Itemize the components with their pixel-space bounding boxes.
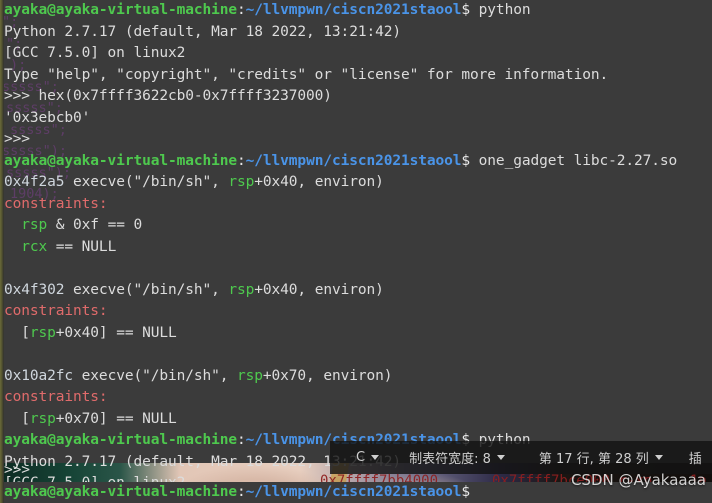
terminal-line: Python 2.7.17 (default, Mar 18 2022, 13:… (4, 22, 712, 44)
prompt-command: python (470, 2, 531, 18)
gadget-call-tail: +0x40, environ) (254, 281, 384, 298)
terminal-line: rcx == NULL (4, 237, 712, 259)
status-position-label: 第 17 行, 第 28 列 (538, 452, 649, 467)
terminal-window[interactable]: "; ";); sssss"; sssss"; sssss"; sssss"); sssss… (0, 0, 712, 503)
terminal-line: rsp & 0xf == 0 (4, 215, 712, 237)
prompt-separator: : (237, 152, 246, 169)
constraints-label: constraints: (4, 303, 108, 319)
prompt-path: ~/llvmpwn/ciscn2021staool (245, 483, 462, 500)
csdn-watermark: CSDN @Ayakaaaa (570, 471, 706, 489)
terminal-line: '0x3ebcb0' (4, 108, 712, 130)
gadget-address: 0x4f302 (4, 281, 65, 298)
terminal-line: 0x4f2a5 execve("/bin/sh", rsp+0x40, envi… (4, 172, 712, 194)
constraint-register: rcx (21, 238, 48, 255)
constraints-label: constraints: (4, 195, 108, 212)
status-bar[interactable]: C 制表符宽度: 8 第 17 行, 第 28 列 插 (330, 441, 712, 474)
chevron-down-icon[interactable] (496, 455, 505, 460)
status-insert-mode[interactable]: 插 (689, 448, 702, 467)
terminal-line: constraints: (4, 301, 712, 323)
gadget-address: 0x10a2fc (4, 367, 74, 384)
prompt-user-host: ayaka@ayaka-virtual-machine (4, 432, 238, 448)
prompt-sigil: $ (461, 483, 471, 500)
chevron-down-icon[interactable] (371, 455, 380, 460)
constraint-expression: == NULL (47, 238, 117, 255)
terminal-output-text: >>> hex(0x7ffff3622cb0-0x7ffff3237000) (4, 88, 332, 104)
prompt-sigil: $ (461, 152, 471, 169)
status-insert-mode-label: 插 (688, 452, 702, 467)
constraint-indent (4, 217, 21, 233)
gadget-call: execve("/bin/sh", (73, 367, 238, 384)
constraint-indent (4, 239, 21, 255)
terminal-line: Type "help", "copyright", "credits" or "… (4, 65, 712, 87)
prompt-user-host: ayaka@ayaka-virtual-machine (4, 152, 238, 169)
terminal-line: >>> hex(0x7ffff3622cb0-0x7ffff3237000) (4, 86, 712, 108)
window-edge-strip (0, 0, 4, 503)
terminal-line: constraints: (4, 194, 712, 216)
gadget-register: rsp (228, 174, 255, 190)
terminal-output-text: >>> (4, 131, 30, 147)
prompt-user-host: ayaka@ayaka-virtual-machine (4, 2, 238, 18)
constraint-register: rsp (21, 217, 48, 233)
constraints-label: constraints: (4, 389, 108, 405)
prompt-command: one_gadget libc-2.27.so (470, 152, 678, 169)
gadget-call: execve("/bin/sh", (64, 174, 229, 190)
constraint-register: rsp (29, 324, 56, 341)
constraint-register: rsp (29, 410, 56, 427)
terminal-line: constraints: (4, 387, 712, 409)
prompt-sigil: $ (461, 2, 471, 18)
chevron-down-icon[interactable] (654, 455, 663, 460)
terminal-line: [rsp+0x40] == NULL (4, 323, 712, 345)
gadget-call: execve("/bin/sh", (64, 281, 229, 298)
terminal-line: ayaka@ayaka-virtual-machine:~/llvmpwn/ci… (4, 151, 712, 173)
terminal-output-text: >>> (4, 462, 30, 478)
prompt-separator: : (237, 432, 246, 448)
terminal-output-text: '0x3ebcb0' (4, 109, 91, 126)
terminal-line: [GCC 7.5.0] on linux2 (4, 43, 712, 65)
terminal-line: >>> (4, 129, 712, 151)
gadget-call-tail: +0x40, environ) (254, 174, 384, 190)
gadget-call-tail: +0x70, environ) (262, 367, 393, 384)
terminal-line: 0x10a2fc execve("/bin/sh", rsp+0x70, env… (4, 366, 712, 388)
gadget-register: rsp (237, 367, 263, 384)
terminal-line: ayaka@ayaka-virtual-machine:~/llvmpwn/ci… (4, 0, 712, 22)
terminal-output-text: Python 2.7.17 (default, Mar 18 2022, 13:… (4, 23, 401, 40)
prompt-path: ~/llvmpwn/ciscn2021staool (245, 2, 462, 18)
terminal-output-text: [GCC 7.5.0] on linux2 (4, 45, 186, 61)
constraint-indent: [ (4, 410, 30, 427)
status-tab-width-label: 制表符宽度: 8 (409, 452, 491, 467)
gadget-address: 0x4f2a5 (4, 174, 65, 190)
terminal-output-text: Type "help", "copyright", "credits" or "… (4, 66, 609, 83)
status-cursor-position[interactable]: 第 17 行, 第 28 列 (539, 448, 663, 467)
terminal-scrollback: ayaka@ayaka-virtual-machine:~/llvmpwn/ci… (4, 0, 712, 503)
constraint-expression: +0x70] == NULL (55, 410, 177, 427)
status-language-label: C (356, 450, 366, 465)
constraint-expression: +0x40] == NULL (55, 324, 177, 341)
status-language[interactable]: C (356, 450, 380, 465)
prompt-user-host: ayaka@ayaka-virtual-machine (4, 483, 238, 500)
constraint-expression: & 0xf == 0 (47, 217, 143, 233)
prompt-path: ~/llvmpwn/ciscn2021staool (245, 152, 462, 169)
terminal-line: [rsp+0x70] == NULL (4, 409, 712, 431)
prompt-separator: : (237, 2, 246, 18)
gadget-register: rsp (228, 281, 255, 298)
constraint-indent: [ (4, 324, 30, 341)
prompt-separator: : (237, 483, 246, 500)
status-tab-width[interactable]: 制表符宽度: 8 (409, 448, 505, 467)
terminal-line: 0x4f302 execve("/bin/sh", rsp+0x40, envi… (4, 280, 712, 302)
